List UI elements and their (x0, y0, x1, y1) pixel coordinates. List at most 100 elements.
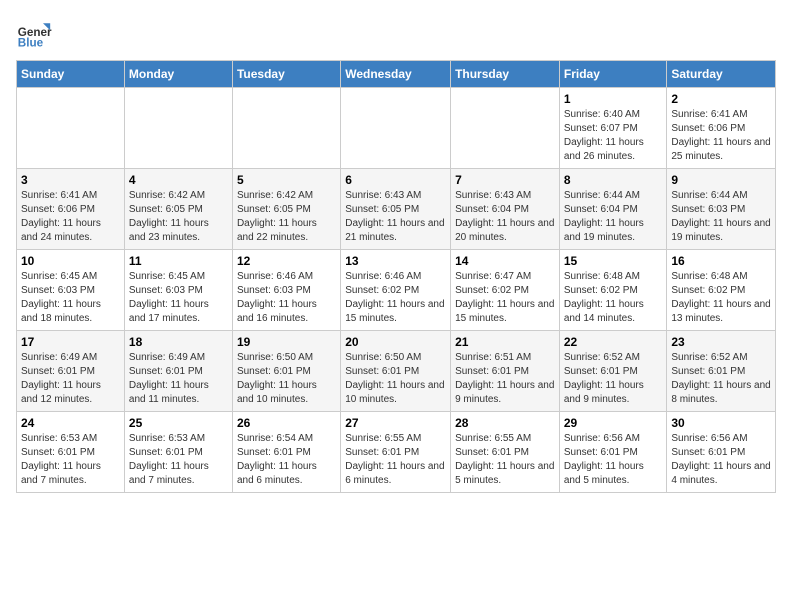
day-info: Sunrise: 6:40 AMSunset: 6:07 PMDaylight:… (564, 108, 663, 164)
day-number: 16 (671, 254, 771, 268)
calendar-cell (341, 88, 451, 169)
day-header-sunday: Sunday (17, 61, 125, 88)
day-info: Sunrise: 6:44 AMSunset: 6:04 PMDaylight:… (564, 189, 663, 245)
week-row-3: 17 Sunrise: 6:49 AMSunset: 6:01 PMDayligh… (17, 331, 776, 412)
calendar-cell: 16 Sunrise: 6:48 AMSunset: 6:02 PMDayligh… (667, 250, 776, 331)
day-number: 15 (564, 254, 663, 268)
calendar-cell: 17 Sunrise: 6:49 AMSunset: 6:01 PMDayligh… (17, 331, 125, 412)
day-info: Sunrise: 6:56 AMSunset: 6:01 PMDaylight:… (564, 432, 663, 488)
day-header-saturday: Saturday (667, 61, 776, 88)
day-info: Sunrise: 6:43 AMSunset: 6:05 PMDaylight:… (345, 189, 446, 245)
day-number: 21 (455, 335, 555, 349)
week-row-1: 3 Sunrise: 6:41 AMSunset: 6:06 PMDaylight… (17, 169, 776, 250)
calendar-cell: 8 Sunrise: 6:44 AMSunset: 6:04 PMDaylight… (559, 169, 667, 250)
calendar-cell: 13 Sunrise: 6:46 AMSunset: 6:02 PMDayligh… (341, 250, 451, 331)
day-info: Sunrise: 6:42 AMSunset: 6:05 PMDaylight:… (237, 189, 336, 245)
day-number: 27 (345, 416, 446, 430)
day-number: 7 (455, 173, 555, 187)
week-row-2: 10 Sunrise: 6:45 AMSunset: 6:03 PMDayligh… (17, 250, 776, 331)
day-number: 14 (455, 254, 555, 268)
calendar-cell: 26 Sunrise: 6:54 AMSunset: 6:01 PMDayligh… (232, 412, 340, 493)
calendar-cell (232, 88, 340, 169)
svg-text:Blue: Blue (18, 37, 44, 50)
day-info: Sunrise: 6:53 AMSunset: 6:01 PMDaylight:… (129, 432, 228, 488)
day-info: Sunrise: 6:46 AMSunset: 6:03 PMDaylight:… (237, 270, 336, 326)
calendar-cell: 12Sunrise: 6:46 AMSunset: 6:03 PMDayligh… (232, 250, 340, 331)
week-row-0: 1 Sunrise: 6:40 AMSunset: 6:07 PMDaylight… (17, 88, 776, 169)
day-info: Sunrise: 6:51 AMSunset: 6:01 PMDaylight:… (455, 351, 555, 407)
calendar-cell: 6 Sunrise: 6:43 AMSunset: 6:05 PMDaylight… (341, 169, 451, 250)
calendar-cell: 20 Sunrise: 6:50 AMSunset: 6:01 PMDayligh… (341, 331, 451, 412)
calendar-cell (17, 88, 125, 169)
day-info: Sunrise: 6:48 AMSunset: 6:02 PMDaylight:… (671, 270, 771, 326)
day-number: 20 (345, 335, 446, 349)
day-number: 18 (129, 335, 228, 349)
day-info: Sunrise: 6:55 AMSunset: 6:01 PMDaylight:… (455, 432, 555, 488)
calendar-cell: 3 Sunrise: 6:41 AMSunset: 6:06 PMDaylight… (17, 169, 125, 250)
day-number: 22 (564, 335, 663, 349)
calendar-cell (451, 88, 560, 169)
day-info: Sunrise: 6:56 AMSunset: 6:01 PMDaylight:… (671, 432, 771, 488)
calendar-cell: 23 Sunrise: 6:52 AMSunset: 6:01 PMDayligh… (667, 331, 776, 412)
calendar-cell: 10 Sunrise: 6:45 AMSunset: 6:03 PMDayligh… (17, 250, 125, 331)
day-header-monday: Monday (124, 61, 232, 88)
day-number: 26 (237, 416, 336, 430)
day-number: 11 (129, 254, 228, 268)
day-info: Sunrise: 6:48 AMSunset: 6:02 PMDaylight:… (564, 270, 663, 326)
day-info: Sunrise: 6:53 AMSunset: 6:01 PMDaylight:… (21, 432, 120, 488)
calendar-cell: 2 Sunrise: 6:41 AMSunset: 6:06 PMDaylight… (667, 88, 776, 169)
day-info: Sunrise: 6:55 AMSunset: 6:01 PMDaylight:… (345, 432, 446, 488)
day-number: 17 (21, 335, 120, 349)
calendar-cell: 18 Sunrise: 6:49 AMSunset: 6:01 PMDayligh… (124, 331, 232, 412)
day-info: Sunrise: 6:50 AMSunset: 6:01 PMDaylight:… (237, 351, 336, 407)
calendar-cell: 4Sunrise: 6:42 AMSunset: 6:05 PMDaylight… (124, 169, 232, 250)
day-number: 4 (129, 173, 228, 187)
day-info: Sunrise: 6:43 AMSunset: 6:04 PMDaylight:… (455, 189, 555, 245)
day-number: 2 (671, 92, 771, 106)
calendar-cell: 7 Sunrise: 6:43 AMSunset: 6:04 PMDaylight… (451, 169, 560, 250)
day-header-tuesday: Tuesday (232, 61, 340, 88)
day-number: 28 (455, 416, 555, 430)
calendar-cell: 29 Sunrise: 6:56 AMSunset: 6:01 PMDayligh… (559, 412, 667, 493)
calendar-cell: 30Sunrise: 6:56 AMSunset: 6:01 PMDayligh… (667, 412, 776, 493)
calendar-cell: 28 Sunrise: 6:55 AMSunset: 6:01 PMDayligh… (451, 412, 560, 493)
day-info: Sunrise: 6:46 AMSunset: 6:02 PMDaylight:… (345, 270, 446, 326)
day-info: Sunrise: 6:41 AMSunset: 6:06 PMDaylight:… (21, 189, 120, 245)
day-info: Sunrise: 6:41 AMSunset: 6:06 PMDaylight:… (671, 108, 771, 164)
day-number: 9 (671, 173, 771, 187)
week-row-4: 24Sunrise: 6:53 AMSunset: 6:01 PMDayligh… (17, 412, 776, 493)
day-info: Sunrise: 6:44 AMSunset: 6:03 PMDaylight:… (671, 189, 771, 245)
day-info: Sunrise: 6:52 AMSunset: 6:01 PMDaylight:… (671, 351, 771, 407)
header: General Blue (16, 16, 776, 52)
logo: General Blue (16, 16, 52, 52)
day-number: 10 (21, 254, 120, 268)
calendar-cell: 5 Sunrise: 6:42 AMSunset: 6:05 PMDaylight… (232, 169, 340, 250)
calendar-cell: 21 Sunrise: 6:51 AMSunset: 6:01 PMDayligh… (451, 331, 560, 412)
day-number: 23 (671, 335, 771, 349)
day-header-friday: Friday (559, 61, 667, 88)
calendar-cell: 14 Sunrise: 6:47 AMSunset: 6:02 PMDayligh… (451, 250, 560, 331)
calendar-cell: 15 Sunrise: 6:48 AMSunset: 6:02 PMDayligh… (559, 250, 667, 331)
day-info: Sunrise: 6:45 AMSunset: 6:03 PMDaylight:… (129, 270, 228, 326)
day-info: Sunrise: 6:47 AMSunset: 6:02 PMDaylight:… (455, 270, 555, 326)
day-info: Sunrise: 6:54 AMSunset: 6:01 PMDaylight:… (237, 432, 336, 488)
day-number: 29 (564, 416, 663, 430)
day-info: Sunrise: 6:52 AMSunset: 6:01 PMDaylight:… (564, 351, 663, 407)
day-number: 3 (21, 173, 120, 187)
day-number: 1 (564, 92, 663, 106)
day-info: Sunrise: 6:50 AMSunset: 6:01 PMDaylight:… (345, 351, 446, 407)
calendar-cell: 24Sunrise: 6:53 AMSunset: 6:01 PMDayligh… (17, 412, 125, 493)
calendar-cell: 27 Sunrise: 6:55 AMSunset: 6:01 PMDayligh… (341, 412, 451, 493)
calendar-cell (124, 88, 232, 169)
logo-icon: General Blue (16, 16, 52, 52)
day-info: Sunrise: 6:45 AMSunset: 6:03 PMDaylight:… (21, 270, 120, 326)
day-number: 6 (345, 173, 446, 187)
day-number: 25 (129, 416, 228, 430)
day-header-wednesday: Wednesday (341, 61, 451, 88)
day-info: Sunrise: 6:49 AMSunset: 6:01 PMDaylight:… (129, 351, 228, 407)
day-info: Sunrise: 6:49 AMSunset: 6:01 PMDaylight:… (21, 351, 120, 407)
day-number: 13 (345, 254, 446, 268)
calendar-cell: 9 Sunrise: 6:44 AMSunset: 6:03 PMDaylight… (667, 169, 776, 250)
day-number: 8 (564, 173, 663, 187)
day-number: 5 (237, 173, 336, 187)
